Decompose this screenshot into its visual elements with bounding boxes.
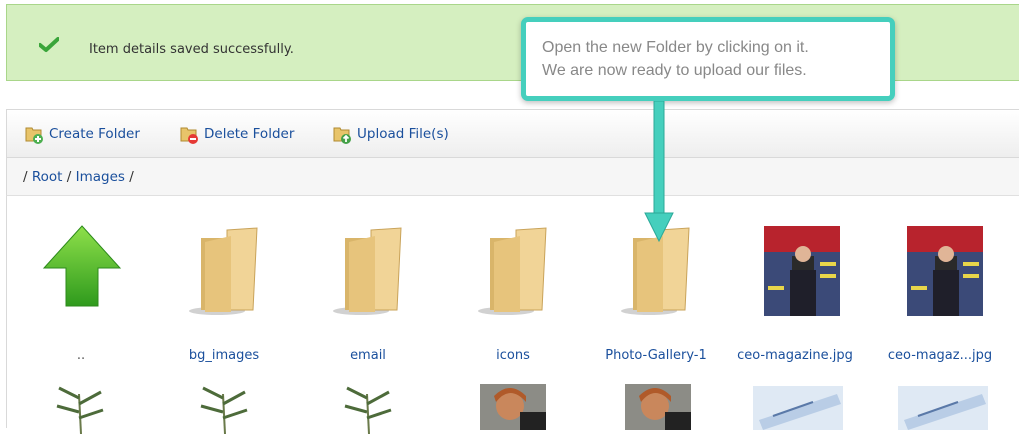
upload-files-label: Upload File(s) (357, 126, 449, 142)
toolbar: Create Folder Delete Folder Upload File(… (6, 109, 1019, 158)
create-folder-icon (25, 127, 43, 144)
folder-icon (333, 227, 402, 315)
breadcrumb-separator: / (66, 169, 72, 185)
item-label: ceo-magaz...jpg (887, 348, 993, 363)
image-item-ceo-magazine-2[interactable]: ceo-magaz...jpg (875, 224, 1005, 363)
delete-folder-label: Delete Folder (204, 126, 295, 142)
folder-item-photo-gallery-1[interactable]: Photo-Gallery-1 (591, 224, 721, 363)
item-label: .. (76, 348, 86, 363)
image-item-ceo-magazine[interactable]: ceo-magazine.jpg (730, 224, 860, 363)
up-arrow-icon (42, 225, 122, 307)
callout-line-1: Open the new Folder by clicking on it. (542, 39, 809, 56)
item-label: email (350, 348, 386, 363)
breadcrumb-root-link[interactable]: Root (32, 169, 63, 185)
delete-folder-icon (180, 127, 198, 144)
folder-icon (189, 227, 258, 315)
create-folder-button[interactable]: Create Folder (24, 123, 140, 145)
breadcrumb-separator: / (129, 169, 134, 185)
person-photo-thumbnail[interactable] (480, 384, 546, 430)
upload-files-button[interactable]: Upload File(s) (332, 123, 449, 145)
breadcrumb-separator: / (23, 169, 28, 185)
folder-item-bg-images[interactable]: bg_images (159, 224, 289, 363)
magazine-thumbnail (907, 226, 983, 316)
delete-folder-button[interactable]: Delete Folder (179, 123, 294, 145)
plant-thumbnail[interactable] (197, 384, 253, 434)
parent-folder-item[interactable]: .. (16, 224, 146, 363)
item-label: Photo-Gallery-1 (605, 348, 707, 363)
plant-thumbnail[interactable] (53, 384, 109, 434)
create-folder-label: Create Folder (49, 126, 140, 142)
breadcrumb-images-link[interactable]: Images (76, 169, 125, 185)
success-message: Item details saved successfully. (89, 42, 294, 57)
document-thumbnail[interactable] (898, 386, 988, 430)
person-photo-thumbnail[interactable] (625, 384, 691, 430)
breadcrumb: / Root / Images / (6, 158, 1019, 196)
callout-arrow-icon (644, 101, 674, 243)
folder-icon (478, 227, 547, 315)
item-label: ceo-magazine.jpg (737, 348, 853, 363)
tutorial-callout: Open the new Folder by clicking on it. W… (521, 17, 895, 101)
checkmark-icon (39, 37, 59, 52)
upload-file-icon (333, 127, 351, 144)
file-grid: .. bg_images email icons Photo-Gallery-1… (6, 196, 1019, 434)
callout-line-2: We are now ready to upload our files. (542, 62, 807, 79)
item-label: bg_images (188, 348, 260, 363)
folder-item-email[interactable]: email (303, 224, 433, 363)
magazine-thumbnail (764, 226, 840, 316)
document-thumbnail[interactable] (753, 386, 843, 430)
folder-item-icons[interactable]: icons (448, 224, 578, 363)
plant-thumbnail[interactable] (341, 384, 397, 434)
item-label: icons (496, 348, 530, 363)
